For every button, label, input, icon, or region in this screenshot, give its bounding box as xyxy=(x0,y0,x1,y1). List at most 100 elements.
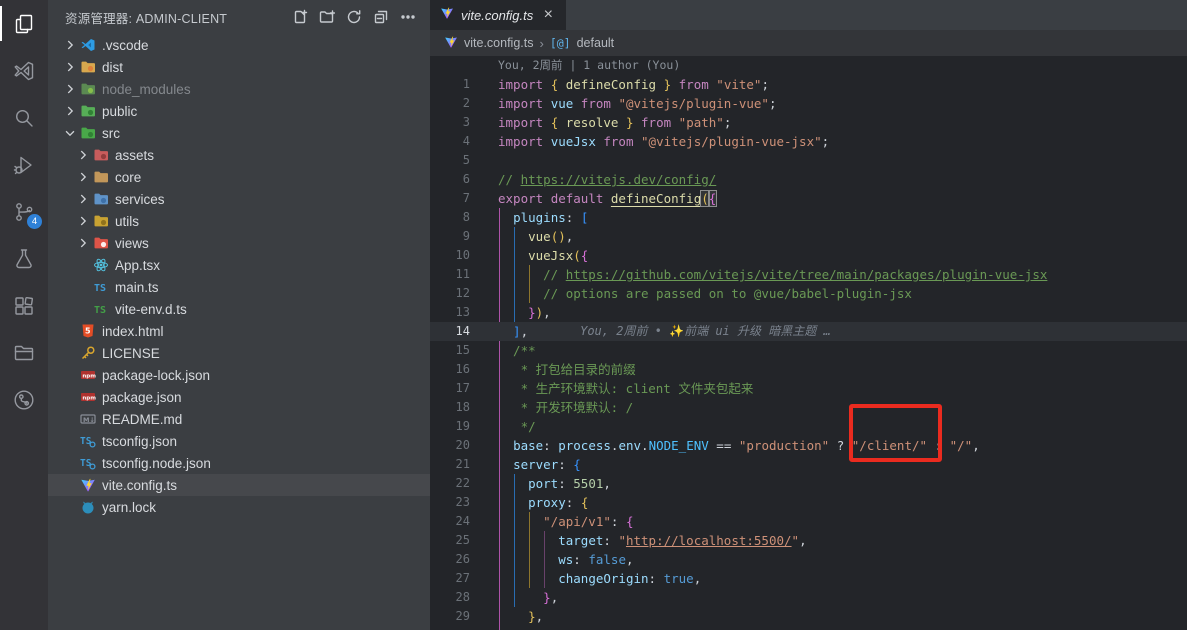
chevron-right-icon[interactable] xyxy=(75,235,91,251)
line-number[interactable]: 5 xyxy=(430,151,470,170)
tree-item-vite-env.d.ts[interactable]: TSvite-env.d.ts xyxy=(48,298,430,320)
line-number[interactable]: 15 xyxy=(430,341,470,360)
new-file-icon[interactable] xyxy=(290,7,310,27)
line-number[interactable]: 19 xyxy=(430,417,470,436)
chevron-right-icon[interactable] xyxy=(75,191,91,207)
tree-item-main.ts[interactable]: TSmain.ts xyxy=(48,276,430,298)
line-number[interactable]: 1 xyxy=(430,75,470,94)
code-line-6[interactable]: 6// https://vitejs.dev/config/ xyxy=(430,170,1187,189)
tree-item-tsconfig.node.json[interactable]: TStsconfig.node.json xyxy=(48,452,430,474)
chevron-right-icon[interactable] xyxy=(75,147,91,163)
line-number[interactable]: 23 xyxy=(430,493,470,512)
activity-git-graph-icon[interactable] xyxy=(0,376,48,423)
tree-item-tsconfig.json[interactable]: TStsconfig.json xyxy=(48,430,430,452)
line-number[interactable]: 25 xyxy=(430,531,470,550)
collapse-all-icon[interactable] xyxy=(371,7,391,27)
tree-item-license[interactable]: LICENSE xyxy=(48,342,430,364)
code-line-15[interactable]: 15 /** xyxy=(430,341,1187,360)
refresh-icon[interactable] xyxy=(344,7,364,27)
line-number[interactable]: 11 xyxy=(430,265,470,284)
activity-test-beaker-icon[interactable] xyxy=(0,235,48,282)
code-line-26[interactable]: 26 ws: false, xyxy=(430,550,1187,569)
line-number[interactable]: 16 xyxy=(430,360,470,379)
chevron-right-icon[interactable] xyxy=(75,213,91,229)
chevron-down-icon[interactable] xyxy=(62,125,78,141)
code-line-10[interactable]: 10 vueJsx({ xyxy=(430,246,1187,265)
line-number[interactable]: 17 xyxy=(430,379,470,398)
line-number[interactable]: 30 xyxy=(430,626,470,630)
code-line-5[interactable]: 5 xyxy=(430,151,1187,170)
line-number[interactable]: 12 xyxy=(430,284,470,303)
tree-item-assets[interactable]: assets xyxy=(48,144,430,166)
line-number[interactable]: 6 xyxy=(430,170,470,189)
breadcrumb-file[interactable]: vite.config.ts xyxy=(464,36,533,50)
line-number[interactable]: 3 xyxy=(430,113,470,132)
code-line-28[interactable]: 28 }, xyxy=(430,588,1187,607)
line-number[interactable]: 9 xyxy=(430,227,470,246)
tree-item-utils[interactable]: utils xyxy=(48,210,430,232)
tree-item-public[interactable]: public xyxy=(48,100,430,122)
tree-item-index.html[interactable]: 5index.html xyxy=(48,320,430,342)
tree-item-yarn.lock[interactable]: yarn.lock xyxy=(48,496,430,518)
tree-item-services[interactable]: services xyxy=(48,188,430,210)
code-line-29[interactable]: 29 }, xyxy=(430,607,1187,626)
tree-item-app.tsx[interactable]: App.tsx xyxy=(48,254,430,276)
line-number[interactable]: 14 xyxy=(430,322,470,341)
code-line-14[interactable]: 14 ],You, 2周前 • ✨前端 ui 升级 暗黑主题 … xyxy=(430,322,1187,341)
code-line-30[interactable]: 30 xyxy=(430,626,1187,630)
chevron-right-icon[interactable] xyxy=(62,103,78,119)
chevron-right-icon[interactable] xyxy=(62,37,78,53)
line-number[interactable]: 7 xyxy=(430,189,470,208)
line-number[interactable]: 21 xyxy=(430,455,470,474)
code-line-23[interactable]: 23 proxy: { xyxy=(430,493,1187,512)
tree-item-.vscode[interactable]: .vscode xyxy=(48,34,430,56)
tree-item-vite.config.ts[interactable]: vite.config.ts xyxy=(48,474,430,496)
line-number[interactable]: 27 xyxy=(430,569,470,588)
code-editor[interactable]: You, 2周前 | 1 author (You)1import { defin… xyxy=(430,56,1187,630)
line-number[interactable]: 4 xyxy=(430,132,470,151)
code-line-8[interactable]: 8 plugins: [ xyxy=(430,208,1187,227)
activity-explorer-icon[interactable] xyxy=(0,0,48,47)
code-line-22[interactable]: 22 port: 5501, xyxy=(430,474,1187,493)
code-line-19[interactable]: 19 */ xyxy=(430,417,1187,436)
line-number[interactable]: 26 xyxy=(430,550,470,569)
code-line-27[interactable]: 27 changeOrigin: true, xyxy=(430,569,1187,588)
code-line-2[interactable]: 2import vue from "@vitejs/plugin-vue"; xyxy=(430,94,1187,113)
code-line-1[interactable]: 1import { defineConfig } from "vite"; xyxy=(430,75,1187,94)
tab-vite-config[interactable]: vite.config.ts × xyxy=(430,0,566,30)
code-line-18[interactable]: 18 * 开发环境默认: / xyxy=(430,398,1187,417)
activity-extensions-icon[interactable] xyxy=(0,282,48,329)
chevron-right-icon[interactable] xyxy=(75,169,91,185)
tree-item-views[interactable]: views xyxy=(48,232,430,254)
tree-item-dist[interactable]: dist xyxy=(48,56,430,78)
line-number[interactable]: 8 xyxy=(430,208,470,227)
activity-run-debug-icon[interactable] xyxy=(0,141,48,188)
code-line-11[interactable]: 11 // https://github.com/vitejs/vite/tre… xyxy=(430,265,1187,284)
line-number[interactable]: 28 xyxy=(430,588,470,607)
git-lens-authors[interactable]: You, 2周前 | 1 author (You) xyxy=(430,56,1187,75)
new-folder-icon[interactable] xyxy=(317,7,337,27)
line-number[interactable]: 2 xyxy=(430,94,470,113)
line-number[interactable]: 13 xyxy=(430,303,470,322)
code-line-16[interactable]: 16 * 打包给目录的前缀 xyxy=(430,360,1187,379)
code-line-20[interactable]: 20 base: process.env.NODE_ENV == "produc… xyxy=(430,436,1187,455)
tab-close-icon[interactable]: × xyxy=(540,7,556,23)
tree-item-node-modules[interactable]: node_modules xyxy=(48,78,430,100)
activity-source-control-icon[interactable]: 4 xyxy=(0,188,48,235)
breadcrumb-symbol[interactable]: default xyxy=(577,36,615,50)
activity-project-folder-icon[interactable] xyxy=(0,329,48,376)
tree-item-readme.md[interactable]: M↓README.md xyxy=(48,408,430,430)
code-line-4[interactable]: 4import vueJsx from "@vitejs/plugin-vue-… xyxy=(430,132,1187,151)
code-line-3[interactable]: 3import { resolve } from "path"; xyxy=(430,113,1187,132)
code-line-24[interactable]: 24 "/api/v1": { xyxy=(430,512,1187,531)
code-line-21[interactable]: 21 server: { xyxy=(430,455,1187,474)
line-number[interactable]: 22 xyxy=(430,474,470,493)
tree-item-core[interactable]: core xyxy=(48,166,430,188)
line-number[interactable]: 29 xyxy=(430,607,470,626)
activity-vs-logo-icon[interactable] xyxy=(0,47,48,94)
code-line-17[interactable]: 17 * 生产环境默认: client 文件夹包起来 xyxy=(430,379,1187,398)
code-line-13[interactable]: 13 }), xyxy=(430,303,1187,322)
code-line-9[interactable]: 9 vue(), xyxy=(430,227,1187,246)
line-number[interactable]: 18 xyxy=(430,398,470,417)
tree-item-package-lock.json[interactable]: npmpackage-lock.json xyxy=(48,364,430,386)
